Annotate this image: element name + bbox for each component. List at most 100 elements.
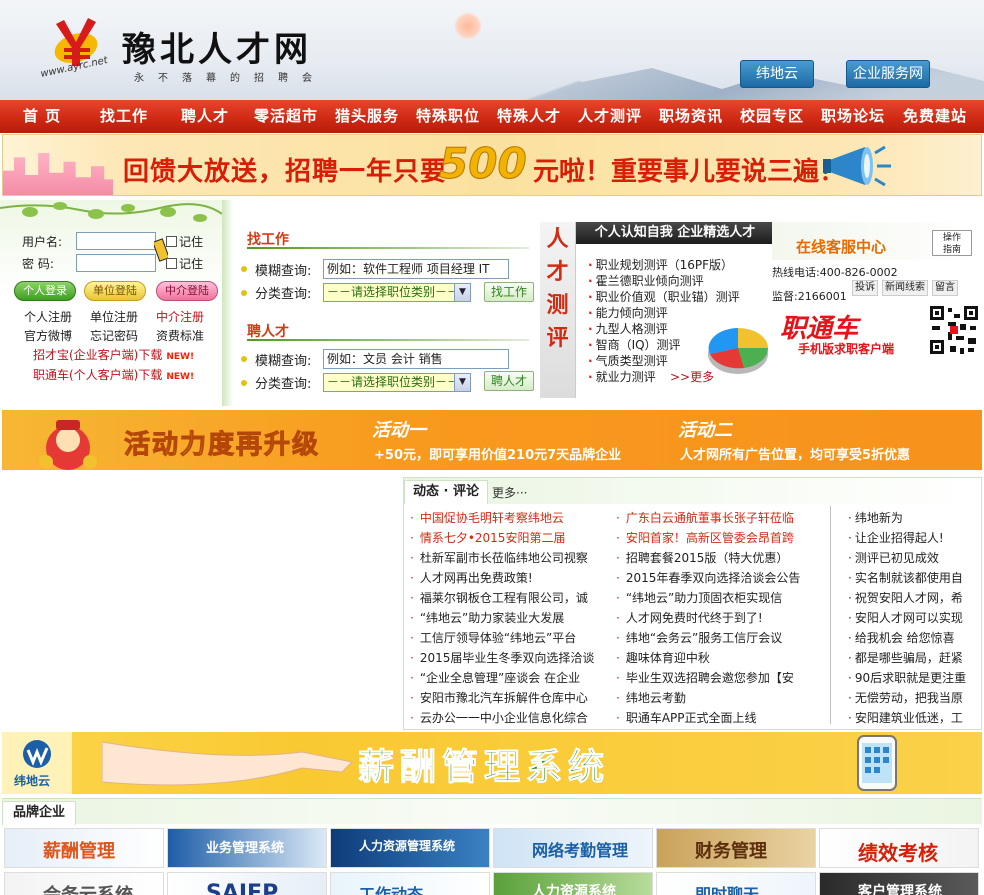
nav-campus[interactable]: 校园专区: [732, 100, 812, 133]
brand-tile[interactable]: 薪酬管理: [4, 828, 164, 868]
message-button[interactable]: 留言: [932, 280, 958, 296]
official-weibo-link[interactable]: 官方微博: [24, 327, 72, 344]
test-item-holland[interactable]: 霍兰德职业倾向测评: [588, 272, 704, 289]
news-item[interactable]: · 趣味体育迎中秋: [616, 648, 824, 668]
news-item[interactable]: · 云办公一一中小企业信息化综合: [410, 708, 606, 728]
nav-career-news[interactable]: 职场资讯: [650, 100, 732, 133]
enterprise-service-button[interactable]: 企业服务网: [846, 60, 930, 88]
company-login-button[interactable]: 单位登陆: [84, 281, 146, 301]
news-item[interactable]: · 人才网免费时代终于到了!: [616, 608, 824, 628]
news-item[interactable]: · 90后求职就是更注重: [848, 668, 978, 688]
find-job-button[interactable]: 找工作: [484, 282, 534, 302]
news-item[interactable]: · 福莱尔钢板仓工程有限公司，诚: [410, 588, 606, 608]
find-job-category-select[interactable]: －－请选择职位类别－－ ▼: [323, 283, 471, 302]
chevron-down-icon[interactable]: ▼: [454, 374, 470, 391]
news-item[interactable]: · 无偿劳动，把我当原: [848, 688, 978, 708]
test-item-employability[interactable]: 就业力测评: [588, 368, 656, 385]
news-item[interactable]: · 2015年春季双向选择洽谈会公告: [616, 568, 824, 588]
news-item[interactable]: · 毕业生双选招聘会邀您参加【安: [616, 668, 824, 688]
promo-banner[interactable]: 回馈大放送，招聘一年只要 500 元啦！重要事儿要说三遍！: [2, 134, 982, 196]
hire-fuzzy-input[interactable]: 例如：文员 会计 销售: [323, 349, 509, 369]
nav-home[interactable]: 首 页: [0, 100, 84, 133]
password-input[interactable]: [76, 254, 156, 272]
find-job-fuzzy-input[interactable]: 例如：软件工程师 项目经理 IT: [323, 259, 509, 279]
hire-category-select[interactable]: －－请选择职位类别－－ ▼: [323, 373, 471, 392]
news-item[interactable]: · 安阳建筑业低迷，工: [848, 708, 978, 728]
news-item[interactable]: · 祝贺安阳人才网，希: [848, 588, 978, 608]
news-item[interactable]: · 都是哪些骗局，赶紧: [848, 648, 978, 668]
news-item[interactable]: · 人才网再出免费政策!: [410, 568, 606, 588]
agent-login-button[interactable]: 中介登陆: [156, 281, 218, 301]
brand-tile[interactable]: 业务管理系统: [167, 828, 327, 868]
brand-tile[interactable]: 绩效考核: [819, 828, 979, 868]
tab-dynamics-comments[interactable]: 动态 · 评论: [404, 480, 488, 504]
nav-free-site[interactable]: 免费建站: [894, 100, 976, 133]
test-item-aptitude[interactable]: 能力倾向测评: [588, 304, 668, 321]
zhaocaibao-download-link[interactable]: 招才宝(企业客户端)下载 NEW!: [33, 346, 194, 363]
news-item[interactable]: · 实名制就该都使用自: [848, 568, 978, 588]
test-item-career-anchor[interactable]: 职业价值观（职业锚）测评: [588, 288, 740, 305]
news-item[interactable]: · 2015届毕业生冬季双向选择洽谈: [410, 648, 606, 668]
zhitongche-download-link[interactable]: 职通车(个人客户端)下载 NEW!: [33, 366, 194, 383]
news-item[interactable]: · “企业全息管理”座谈会 在企业: [410, 668, 606, 688]
personal-login-button[interactable]: 个人登录: [14, 281, 76, 301]
weidiyun-button[interactable]: 纬地云: [740, 60, 814, 88]
brand-tab[interactable]: 品牌企业: [2, 801, 76, 825]
qr-code-icon[interactable]: [928, 304, 980, 356]
news-item[interactable]: · 测评已初见成效: [848, 548, 978, 568]
username-input[interactable]: [76, 232, 156, 250]
news-item[interactable]: · 职通车APP正式全面上线: [616, 708, 824, 728]
pricing-link[interactable]: 资费标准: [156, 327, 204, 344]
test-item-temperament[interactable]: 气质类型测评: [588, 352, 668, 369]
news-item[interactable]: · 情系七夕•2015安阳第二届: [410, 528, 606, 548]
brand-tile[interactable]: 人力资源系统: [493, 872, 653, 895]
personal-register-link[interactable]: 个人注册: [24, 308, 72, 325]
nav-gig-market[interactable]: 零活超市: [246, 100, 326, 133]
talent-test-side-banner[interactable]: 人 才 测 评: [540, 222, 576, 398]
logo-text[interactable]: 豫北人才网: [122, 22, 312, 71]
agent-register-link[interactable]: 中介注册: [156, 308, 204, 325]
nav-hire[interactable]: 聘人才: [164, 100, 246, 133]
activity-banner[interactable]: 活动力度再升级 活动一 +50元，即可享用价值210元7天品牌企业 活动二 人才…: [2, 410, 982, 470]
news-tip-button[interactable]: 新闻线索: [882, 280, 928, 296]
operation-guide-button[interactable]: 操作 指南: [932, 230, 972, 256]
nav-headhunting[interactable]: 猎头服务: [326, 100, 408, 133]
remember-username-checkbox[interactable]: [166, 236, 177, 247]
brand-tile[interactable]: 工作动态: [330, 872, 490, 895]
news-item[interactable]: · 安阳首家！高新区管委会昂首跨: [616, 528, 824, 548]
brand-tile[interactable]: 会务云系统: [4, 872, 164, 895]
zhitongche-subtitle[interactable]: 手机版求职客户端: [798, 340, 894, 357]
remember-password[interactable]: 记住: [166, 255, 203, 272]
nav-find-job[interactable]: 找工作: [84, 100, 164, 133]
news-item[interactable]: · 安阳人才网可以实现: [848, 608, 978, 628]
news-more-link[interactable]: 更多···: [492, 484, 527, 501]
nav-forum[interactable]: 职场论坛: [812, 100, 894, 133]
news-item[interactable]: · 广东白云通航董事长张子轩莅临: [616, 508, 824, 528]
news-item[interactable]: · 安阳市豫北汽车拆解件仓库中心: [410, 688, 606, 708]
news-item[interactable]: · 纬地新为: [848, 508, 978, 528]
news-item[interactable]: · 杜新军副市长莅临纬地公司视察: [410, 548, 606, 568]
nav-special-jobs[interactable]: 特殊职位: [408, 100, 488, 133]
brand-tile[interactable]: SAIEP: [167, 872, 327, 895]
salary-system-banner[interactable]: 纬地云 薪酬管理系统: [2, 732, 982, 794]
test-item-16pf[interactable]: 职业规划测评（16PF版）: [588, 256, 733, 273]
test-item-enneagram[interactable]: 九型人格测评: [588, 320, 668, 337]
remember-password-checkbox[interactable]: [166, 258, 177, 269]
company-register-link[interactable]: 单位注册: [90, 308, 138, 325]
brand-tile[interactable]: 即时聊天: [656, 872, 816, 895]
brand-tile[interactable]: 网络考勤管理: [493, 828, 653, 868]
news-item[interactable]: · 招聘套餐2015版（特大优惠）: [616, 548, 824, 568]
brand-tile[interactable]: 人力资源管理系统: [330, 828, 490, 868]
news-item[interactable]: · 工信厅领导体验“纬地云”平台: [410, 628, 606, 648]
hire-button[interactable]: 聘人才: [484, 371, 534, 391]
nav-talent-test[interactable]: 人才测评: [570, 100, 650, 133]
brand-tile[interactable]: 财务管理: [656, 828, 816, 868]
news-item[interactable]: · “纬地云”助力家装业大发展: [410, 608, 606, 628]
news-item[interactable]: · 中国促协毛明轩考察纬地云: [410, 508, 606, 528]
remember-username[interactable]: 记住: [166, 233, 203, 250]
news-item[interactable]: · “纬地云”助力顶固衣柜实现信: [616, 588, 824, 608]
forgot-password-link[interactable]: 忘记密码: [90, 327, 138, 344]
brand-tile[interactable]: 客户管理系统: [819, 872, 979, 895]
test-item-iq[interactable]: 智商（IQ）测评: [588, 336, 681, 353]
nav-special-talent[interactable]: 特殊人才: [488, 100, 570, 133]
